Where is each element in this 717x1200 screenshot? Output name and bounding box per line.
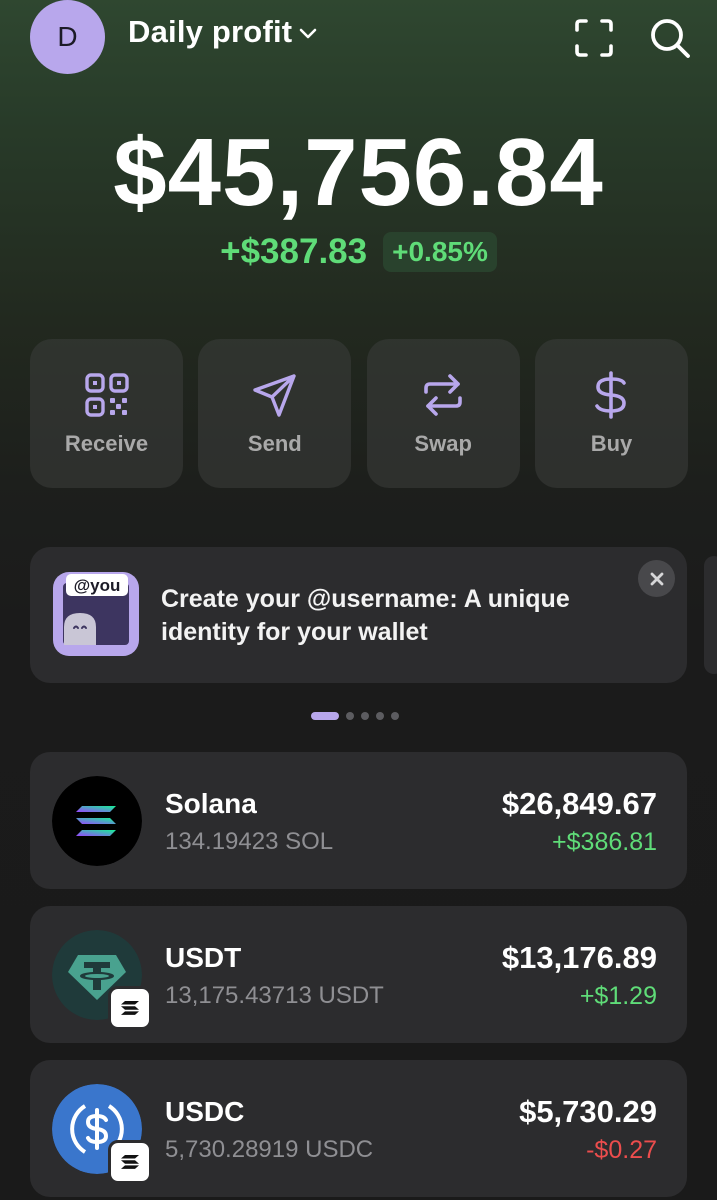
- profile-selector[interactable]: Daily profit: [128, 14, 318, 50]
- token-name: USDT: [165, 942, 242, 973]
- solana-icon: [121, 1155, 139, 1169]
- profile-name: Daily profit: [128, 14, 293, 49]
- buy-label: Buy: [590, 431, 633, 456]
- pager-dot[interactable]: [361, 712, 369, 720]
- token-quantity: 134.19423 SOL: [165, 828, 334, 855]
- token-quantity: 5,730.28919 USDC: [165, 1136, 374, 1163]
- pager-dot-active[interactable]: [311, 712, 339, 720]
- buy-button[interactable]: Buy: [534, 339, 688, 488]
- token-value: $26,849.67: [501, 786, 657, 821]
- change-amount: +$387.83: [220, 232, 368, 271]
- qr-code-icon: [83, 371, 131, 419]
- token-change: +$1.29: [579, 982, 657, 1010]
- change-percent-badge: +0.85%: [383, 232, 497, 272]
- pager-dot[interactable]: [376, 712, 384, 720]
- swap-button[interactable]: Swap: [366, 339, 520, 488]
- token-row-usdc[interactable]: USDC 5,730.28919 USDC $5,730.29 -$0.27: [30, 1060, 687, 1197]
- pager-dot[interactable]: [346, 712, 354, 720]
- send-button[interactable]: Send: [198, 339, 352, 488]
- total-balance: $45,756.84: [113, 119, 604, 226]
- token-row-solana[interactable]: Solana 134.19423 SOL $26,849.67 +$386.81: [30, 752, 687, 889]
- token-value: $13,176.89: [501, 940, 657, 975]
- pager-dot[interactable]: [391, 712, 399, 720]
- token-row-usdt[interactable]: USDT 13,175.43713 USDT $13,176.89 +$1.29: [30, 906, 687, 1043]
- token-change: -$0.27: [586, 1136, 657, 1164]
- dollar-icon: [587, 371, 635, 419]
- next-promo-card-peek[interactable]: [704, 556, 717, 674]
- chevron-down-icon: [300, 28, 317, 39]
- search-icon[interactable]: [648, 16, 692, 60]
- send-icon: [251, 371, 299, 419]
- receive-button[interactable]: Receive: [30, 339, 183, 488]
- token-change: +$386.81: [552, 828, 657, 856]
- token-quantity: 13,175.43713 USDT: [165, 982, 384, 1009]
- username-promo-illustration: @you: [53, 572, 139, 656]
- solana-logo-icon: [52, 776, 142, 866]
- send-label: Send: [247, 431, 302, 456]
- action-buttons: Receive Send Swap Buy: [30, 339, 688, 488]
- solana-network-badge: [108, 1140, 152, 1184]
- swap-label: Swap: [414, 431, 472, 456]
- close-icon: [650, 572, 663, 585]
- token-value: $5,730.29: [519, 1094, 657, 1129]
- promo-text: Create your @username: A unique identity…: [161, 585, 570, 646]
- avatar-initial: D: [57, 21, 78, 52]
- scan-icon[interactable]: [572, 16, 616, 60]
- token-name: Solana: [165, 788, 257, 819]
- avatar[interactable]: D: [30, 0, 105, 74]
- solana-icon: [121, 1001, 139, 1015]
- carousel-pager: [311, 712, 399, 720]
- swap-icon: [419, 371, 467, 419]
- close-promo-button[interactable]: [638, 560, 675, 597]
- username-promo-card[interactable]: @you Create your @username: A unique ide…: [30, 547, 687, 683]
- receive-label: Receive: [64, 431, 149, 456]
- token-name: USDC: [165, 1096, 245, 1127]
- balance-change: +$387.83 +0.85%: [0, 232, 717, 272]
- promo-image-label: @you: [74, 576, 121, 595]
- solana-network-badge: [108, 986, 152, 1030]
